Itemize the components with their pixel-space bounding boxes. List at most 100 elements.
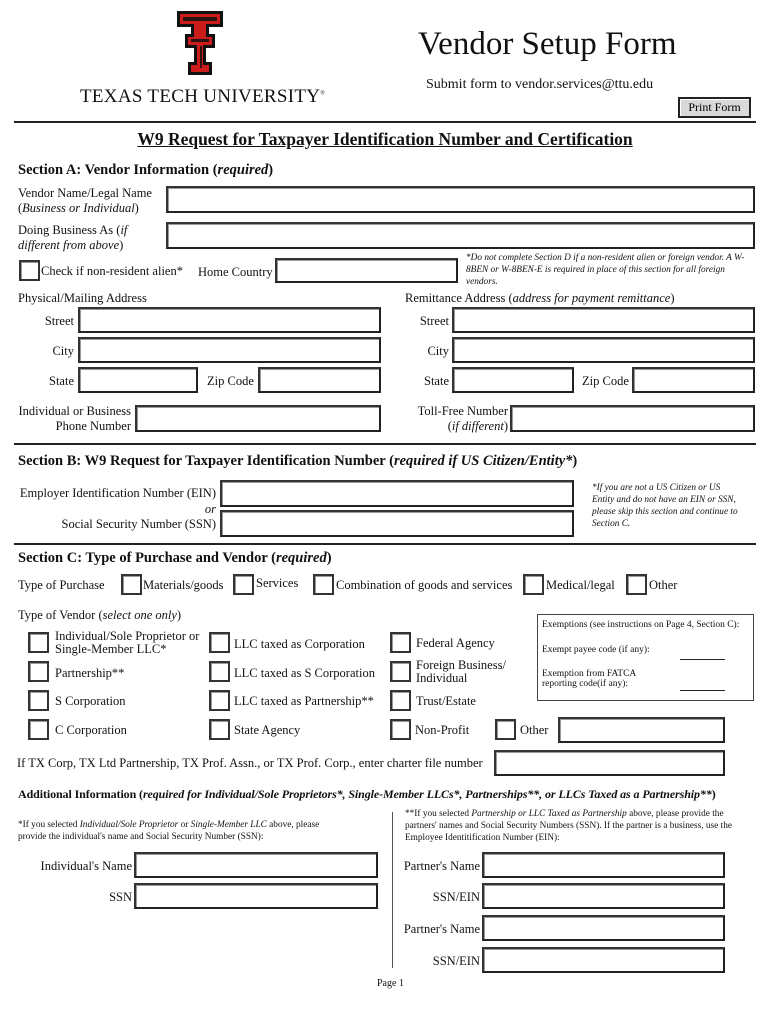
remit-city-label: City xyxy=(427,344,449,358)
exempt-payee-line[interactable] xyxy=(680,659,725,660)
purchase-services-checkbox[interactable] xyxy=(233,574,254,595)
purchase-other-checkbox[interactable] xyxy=(626,574,647,595)
physical-city-field[interactable] xyxy=(78,337,381,363)
remit-zip-input[interactable] xyxy=(634,369,753,391)
vendor-individual-checkbox[interactable] xyxy=(28,632,49,653)
partner2-ssn-ein-input[interactable] xyxy=(484,949,723,971)
dba-input[interactable] xyxy=(168,224,753,247)
tollfree-label-2-it: if different xyxy=(451,419,504,433)
phone-field[interactable] xyxy=(135,405,381,432)
purchase-medical-checkbox[interactable] xyxy=(523,574,544,595)
vendor-other-checkbox[interactable] xyxy=(495,719,516,740)
physical-city-label: City xyxy=(52,344,74,358)
partner2-name-field[interactable] xyxy=(482,915,725,941)
physical-state-field[interactable] xyxy=(78,367,198,393)
print-form-button[interactable]: Print Form xyxy=(678,97,751,118)
ein-field[interactable] xyxy=(220,480,574,507)
dba-field[interactable] xyxy=(166,222,755,249)
partner1-name-input[interactable] xyxy=(484,854,723,876)
phone-input[interactable] xyxy=(137,407,379,430)
home-country-field[interactable] xyxy=(275,258,458,283)
partner1-name-field[interactable] xyxy=(482,852,725,878)
vendor-name-field[interactable] xyxy=(166,186,755,213)
tollfree-input[interactable] xyxy=(512,407,753,430)
physical-city-input[interactable] xyxy=(80,339,379,361)
vendor-name-label: Vendor Name/Legal Name (Business or Indi… xyxy=(18,186,152,216)
vendor-c-corp-checkbox[interactable] xyxy=(28,719,49,740)
section-c-qualifier: required xyxy=(275,550,327,566)
vendor-nonprofit-checkbox[interactable] xyxy=(390,719,411,740)
partner1-name-label: Partner's Name xyxy=(403,859,480,873)
physical-zip-input[interactable] xyxy=(260,369,379,391)
vendor-partnership-checkbox[interactable] xyxy=(28,661,49,682)
individual-note-1: *If you selected xyxy=(18,820,80,830)
remit-state-field[interactable] xyxy=(452,367,574,393)
vendor-type-label-text: Type of Vendor ( xyxy=(18,608,103,622)
remit-street-field[interactable] xyxy=(452,307,755,333)
vendor-type-label: Type of Vendor (select one only) xyxy=(18,608,182,622)
physical-state-input[interactable] xyxy=(80,369,196,391)
purchase-combination-checkbox[interactable] xyxy=(313,574,334,595)
partner-note-1: **If you selected xyxy=(405,809,472,819)
additional-title-it: required for Individual/Sole Proprietors… xyxy=(142,787,712,801)
vendor-other-input[interactable] xyxy=(560,719,723,741)
partner2-name-input[interactable] xyxy=(484,917,723,939)
dba-label: Doing Business As (if different from abo… xyxy=(18,223,127,253)
vendor-foreign-checkbox[interactable] xyxy=(390,661,411,682)
vendor-federal-agency-label: Federal Agency xyxy=(416,636,495,650)
vendor-llc-corp-checkbox[interactable] xyxy=(209,632,230,653)
partner1-ssn-ein-input[interactable] xyxy=(484,885,723,907)
vendor-s-corp-label: S Corporation xyxy=(55,694,126,708)
additional-info-title: Additional Information (required for Ind… xyxy=(18,787,716,801)
ein-input[interactable] xyxy=(222,482,572,505)
vendor-name-input[interactable] xyxy=(168,188,753,211)
individual-ssn-field[interactable] xyxy=(134,883,378,909)
nonresident-checkbox[interactable] xyxy=(19,260,40,281)
partner2-name-label: Partner's Name xyxy=(403,922,480,936)
individual-note-it2: Single-Member LLC xyxy=(190,820,267,830)
fatca-line[interactable] xyxy=(680,690,725,691)
vendor-state-agency-checkbox[interactable] xyxy=(209,719,230,740)
individual-note-it1: Individual/Sole Proprietor xyxy=(79,820,179,830)
individual-name-field[interactable] xyxy=(134,852,378,878)
vendor-llc-partnership-checkbox[interactable] xyxy=(209,690,230,711)
physical-street-input[interactable] xyxy=(80,309,379,331)
vendor-foreign-label-2: Individual xyxy=(416,671,468,685)
partner2-ssn-ein-field[interactable] xyxy=(482,947,725,973)
tollfree-field[interactable] xyxy=(510,405,755,432)
fatca-label-2: reporting code(if any): xyxy=(542,679,628,689)
section-a-title-text: Section A: Vendor Information xyxy=(18,162,210,178)
remit-city-field[interactable] xyxy=(452,337,755,363)
purchase-materials-checkbox[interactable] xyxy=(121,574,142,595)
home-country-input[interactable] xyxy=(277,260,456,281)
or-text: or xyxy=(204,502,216,516)
vendor-other-field[interactable] xyxy=(558,717,725,743)
individual-ssn-input[interactable] xyxy=(136,885,376,907)
physical-street-field[interactable] xyxy=(78,307,381,333)
charter-input[interactable] xyxy=(496,752,723,774)
charter-field[interactable] xyxy=(494,750,725,776)
section-b-title: Section B: W9 Request for Taxpayer Ident… xyxy=(18,453,578,469)
remit-state-input[interactable] xyxy=(454,369,572,391)
university-name: TEXAS TECH UNIVERSITY® xyxy=(80,86,325,108)
remit-zip-field[interactable] xyxy=(632,367,755,393)
double-t-logo-icon xyxy=(177,11,223,75)
vendor-trust-checkbox[interactable] xyxy=(390,690,411,711)
individual-name-input[interactable] xyxy=(136,854,376,876)
vendor-llc-s-corp-checkbox[interactable] xyxy=(209,661,230,682)
vendor-name-label-1: Vendor Name/Legal Name xyxy=(18,186,152,200)
partner1-ssn-ein-field[interactable] xyxy=(482,883,725,909)
partner1-ssn-ein-label: SSN/EIN xyxy=(432,890,480,904)
home-country-label: Home Country xyxy=(198,265,273,279)
physical-zip-field[interactable] xyxy=(258,367,381,393)
remit-street-input[interactable] xyxy=(454,309,753,331)
ssn-field[interactable] xyxy=(220,510,574,537)
vendor-s-corp-checkbox[interactable] xyxy=(28,690,49,711)
vendor-trust-label: Trust/Estate xyxy=(416,694,476,708)
remit-city-input[interactable] xyxy=(454,339,753,361)
phone-label-2: Phone Number xyxy=(55,419,131,433)
dba-label-text: Doing Business As ( xyxy=(18,223,121,237)
vendor-federal-agency-checkbox[interactable] xyxy=(390,632,411,653)
ssn-input[interactable] xyxy=(222,512,572,535)
university-logo xyxy=(176,10,224,76)
